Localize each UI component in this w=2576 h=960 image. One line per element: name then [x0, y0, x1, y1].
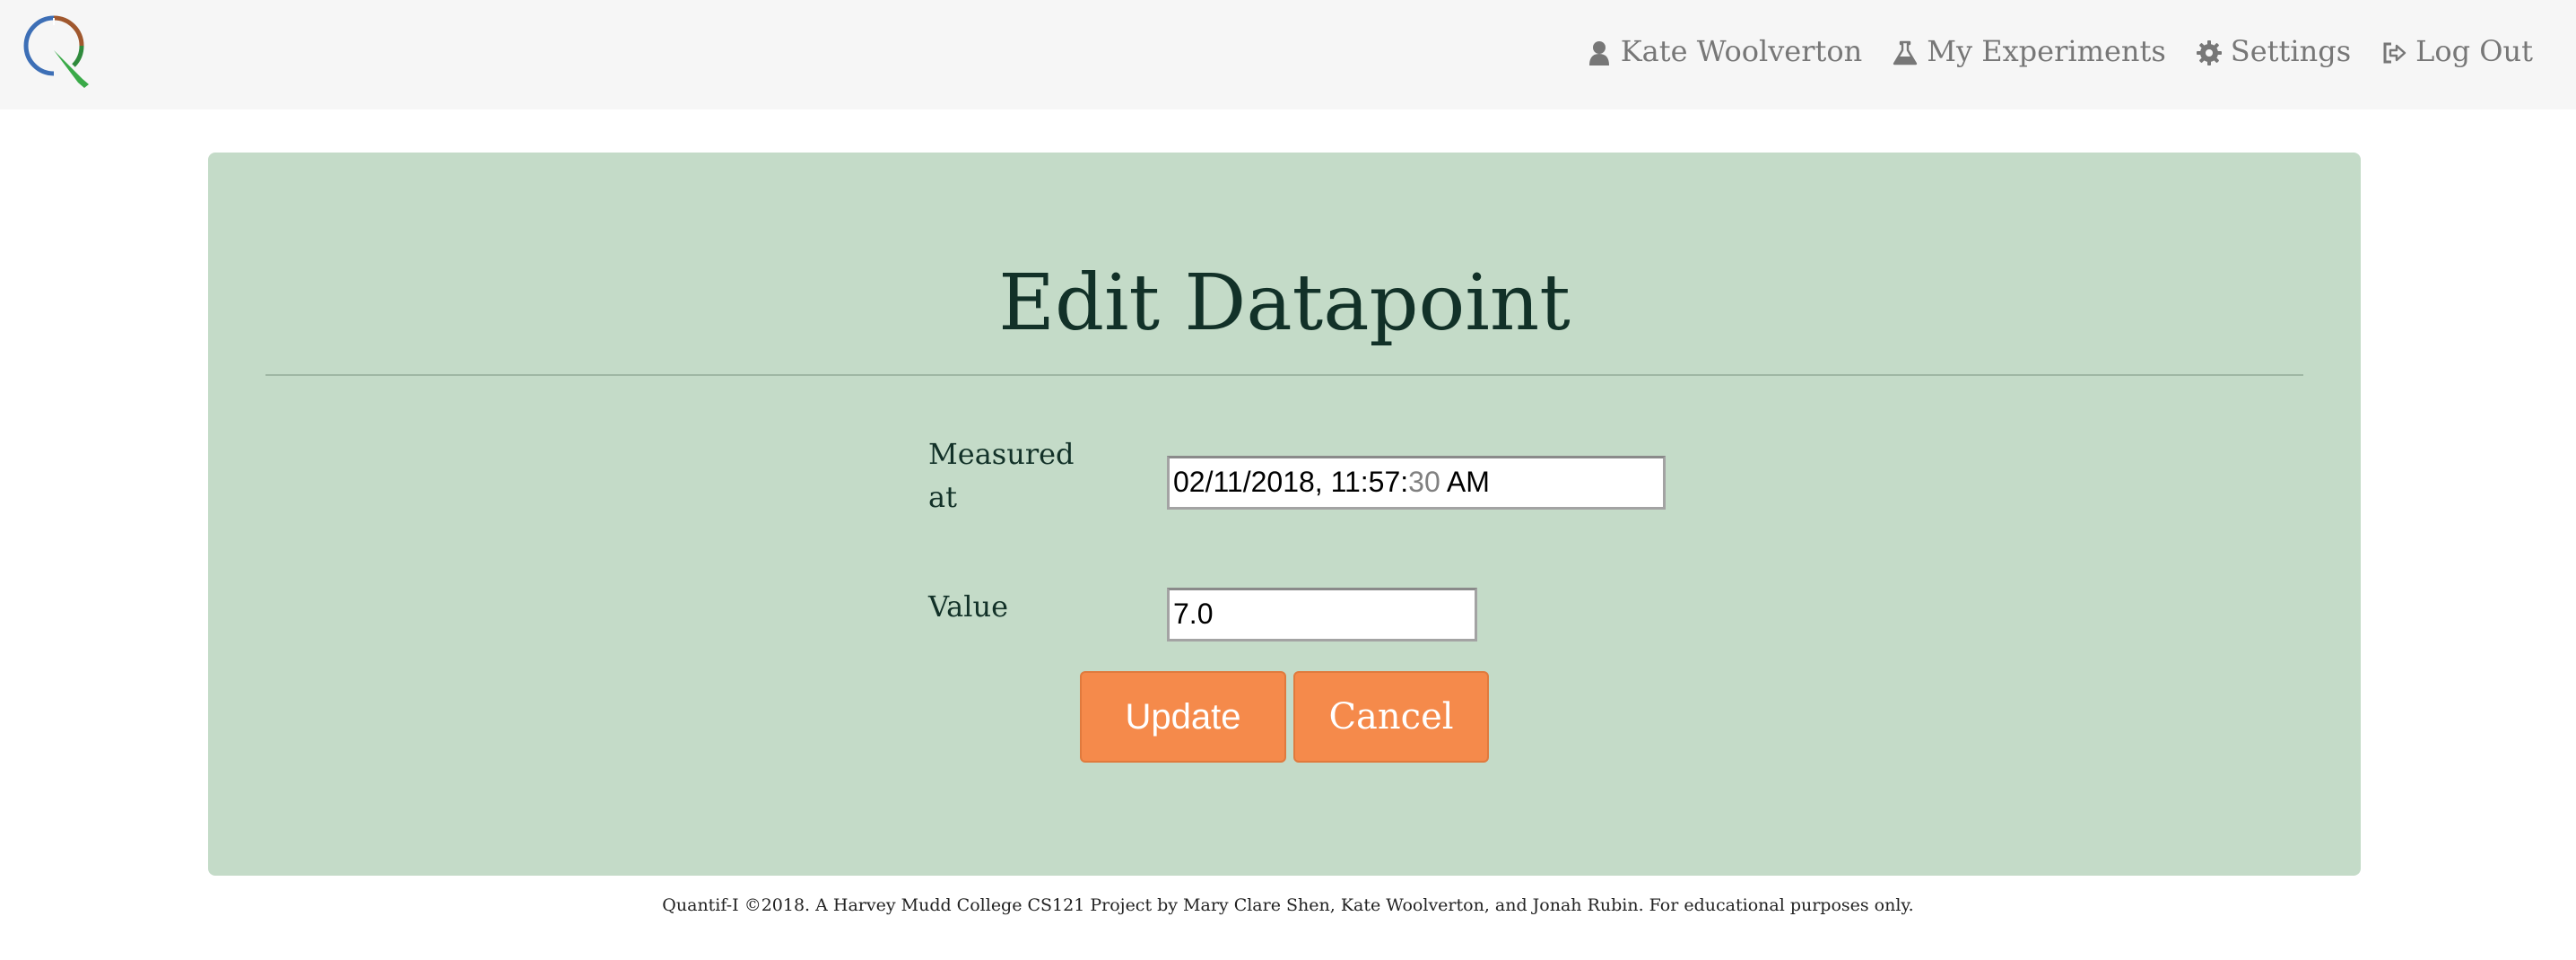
- nav-my-experiments[interactable]: My Experiments: [1893, 34, 2166, 68]
- nav-user-label: Kate Woolverton: [1620, 34, 1863, 68]
- datetime-date[interactable]: 02/11/2018: [1173, 466, 1315, 498]
- datetime-second[interactable]: 30: [1408, 466, 1440, 498]
- nav-settings[interactable]: Settings: [2196, 34, 2352, 68]
- nav-log-out-label: Log Out: [2415, 34, 2533, 68]
- nav-my-experiments-label: My Experiments: [1927, 34, 2166, 68]
- update-button[interactable]: Update: [1080, 671, 1286, 763]
- value-input[interactable]: 7.0: [1167, 588, 1477, 641]
- gear-icon: [2196, 39, 2222, 65]
- value-input-text: 7.0: [1173, 598, 1214, 630]
- edit-datapoint-panel: Edit Datapoint Measured at 02/11/2018, 1…: [208, 153, 2361, 876]
- datetime-hour[interactable]: 11: [1331, 466, 1361, 498]
- footer-text: Quantif-I ©2018. A Harvey Mudd College C…: [662, 895, 1914, 915]
- top-navbar: Kate Woolverton My Experiments Settings …: [0, 0, 2576, 109]
- nav-settings-label: Settings: [2230, 34, 2352, 68]
- datetime-ampm[interactable]: AM: [1447, 466, 1490, 498]
- user-icon: [1587, 39, 1612, 65]
- nav-user[interactable]: Kate Woolverton: [1587, 34, 1862, 68]
- flask-icon: [1893, 39, 1918, 65]
- sign-out-icon: [2381, 39, 2406, 64]
- measured-at-datetime-input[interactable]: 02/11/2018, 11:57:30 AM: [1167, 456, 1666, 510]
- measured-at-label: Measured at: [928, 437, 1075, 514]
- nav-links: Kate Woolverton My Experiments Settings …: [1587, 0, 2533, 102]
- title-divider: [265, 374, 2303, 376]
- page-title: Edit Datapoint: [998, 258, 1571, 348]
- cancel-button[interactable]: Cancel: [1293, 671, 1489, 763]
- datetime-minute[interactable]: 57: [1369, 466, 1401, 498]
- nav-log-out[interactable]: Log Out: [2381, 34, 2533, 68]
- value-label: Value: [928, 589, 1009, 624]
- quantif-i-logo[interactable]: [18, 13, 95, 90]
- datetime-separator: ,: [1314, 466, 1323, 498]
